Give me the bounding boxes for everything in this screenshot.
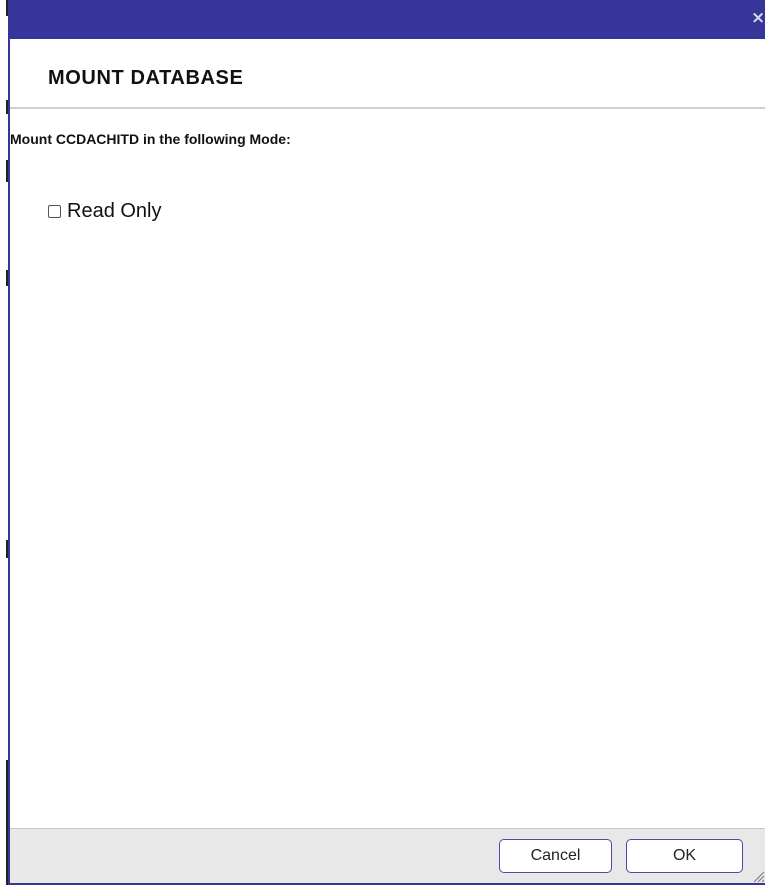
read-only-label[interactable]: Read Only	[67, 200, 162, 223]
cancel-button[interactable]: Cancel	[499, 839, 612, 873]
dialog-content: MOUNT DATABASE Mount CCDACHITD in the fo…	[10, 39, 765, 828]
mount-mode-prompt: Mount CCDACHITD in the following Mode:	[10, 131, 291, 147]
dialog-titlebar[interactable]: ×	[8, 0, 765, 39]
background-window-edge	[0, 0, 8, 885]
dialog-footer: Cancel OK	[10, 828, 765, 883]
resize-grip-icon[interactable]	[751, 869, 765, 883]
read-only-checkbox[interactable]	[48, 204, 61, 218]
close-icon[interactable]: ×	[751, 9, 765, 27]
mount-database-dialog: × MOUNT DATABASE Mount CCDACHITD in the …	[8, 0, 765, 885]
dialog-title: MOUNT DATABASE	[48, 67, 244, 89]
dialog-header: MOUNT DATABASE	[10, 39, 765, 109]
read-only-option[interactable]: Read Only	[48, 199, 162, 223]
ok-button[interactable]: OK	[626, 839, 743, 873]
